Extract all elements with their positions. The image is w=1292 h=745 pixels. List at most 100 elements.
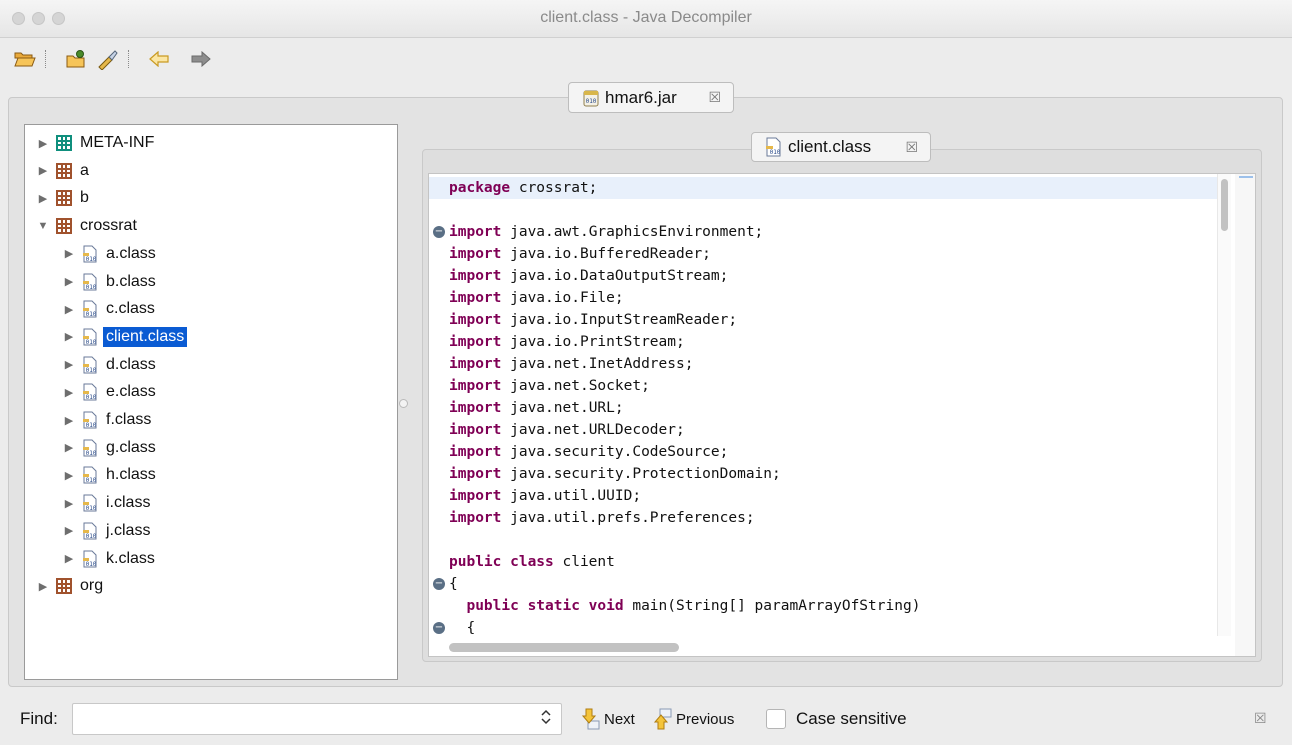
vertical-scroll-thumb[interactable] xyxy=(1221,179,1228,231)
tree-item-label: client.class xyxy=(103,326,188,347)
collapsed-arrow-icon[interactable]: ▶ xyxy=(63,303,75,316)
open-folder-icon xyxy=(14,52,36,67)
code-line: import java.io.File; xyxy=(449,287,1217,309)
code-text: java.security.ProtectionDomain; xyxy=(501,466,781,482)
tree-item[interactable]: ▶ 010 client.class xyxy=(25,324,397,350)
tree-item[interactable]: ▶ 010 b.class xyxy=(25,269,397,295)
tree-item-label: f.class xyxy=(106,411,152,428)
forward-button[interactable] xyxy=(190,48,212,70)
tab-label: client.class xyxy=(788,137,872,156)
collapsed-arrow-icon[interactable]: ▶ xyxy=(63,441,75,454)
svg-text:010: 010 xyxy=(86,339,97,346)
tree-item[interactable]: ▶ 010 a.class xyxy=(25,241,397,267)
svg-text:010: 010 xyxy=(86,256,97,263)
close-tab-icon[interactable]: ☒ xyxy=(905,139,918,156)
tree-item-label: h.class xyxy=(106,466,156,484)
collapsed-arrow-icon[interactable]: ▶ xyxy=(37,580,49,593)
open-type-button[interactable] xyxy=(66,48,88,70)
keyword: public class xyxy=(449,554,554,570)
class-file-icon: 010 xyxy=(81,411,99,429)
ruler-marker[interactable] xyxy=(1239,176,1253,178)
tree-item[interactable]: ▼ crossrat xyxy=(25,213,397,239)
back-button[interactable] xyxy=(148,48,170,70)
up-arrow-icon xyxy=(654,708,672,730)
tree-item[interactable]: ▶ 010 d.class xyxy=(25,352,397,378)
code-text: java.io.PrintStream; xyxy=(501,334,685,350)
tree-item[interactable]: ▶ 010 f.class xyxy=(25,407,397,433)
code-text: java.util.UUID; xyxy=(501,488,642,504)
tree-item[interactable]: ▶ b xyxy=(25,185,397,211)
code-text: crossrat; xyxy=(510,180,598,196)
class-file-icon: 010 xyxy=(81,466,99,484)
package-icon xyxy=(55,162,73,180)
collapsed-arrow-icon[interactable]: ▶ xyxy=(37,192,49,205)
tree-item-label: META-INF xyxy=(80,134,155,151)
collapsed-arrow-icon[interactable]: ▶ xyxy=(63,330,75,343)
tree-item[interactable]: ▶ 010 e.class xyxy=(25,379,397,405)
expanded-arrow-icon[interactable]: ▼ xyxy=(37,220,49,232)
fold-collapse-icon[interactable]: − xyxy=(433,226,445,238)
tree-item[interactable]: ▶ 010 h.class xyxy=(25,462,397,488)
tree-item[interactable]: ▶ 010 j.class xyxy=(25,518,397,544)
collapsed-arrow-icon[interactable]: ▶ xyxy=(63,552,75,565)
tree-item-label: g.class xyxy=(106,438,156,456)
find-next-button[interactable]: Next xyxy=(582,707,635,731)
search-button[interactable] xyxy=(96,48,118,70)
code-text: java.io.InputStreamReader; xyxy=(501,312,738,328)
tree-item[interactable]: ▶ a xyxy=(25,158,397,184)
collapsed-arrow-icon[interactable]: ▶ xyxy=(63,524,75,537)
collapsed-arrow-icon[interactable]: ▶ xyxy=(63,414,75,427)
tab-hmar6-jar[interactable]: 010 hmar6.jar ☒ xyxy=(568,82,734,113)
class-file-icon: 010 xyxy=(81,494,99,512)
svg-text:010: 010 xyxy=(770,149,781,156)
tab-client-class[interactable]: 010 client.class ☒ xyxy=(751,132,931,162)
tree-item[interactable]: ▶ org xyxy=(25,573,397,599)
previous-label: Previous xyxy=(676,710,735,728)
tree-item-label: e.class xyxy=(106,383,156,401)
tree-item-label: b.class xyxy=(106,272,156,290)
open-file-button[interactable] xyxy=(14,48,36,70)
fold-collapse-icon[interactable]: − xyxy=(433,578,445,590)
collapsed-arrow-icon[interactable]: ▶ xyxy=(37,137,49,150)
svg-text:010: 010 xyxy=(86,477,97,484)
code-line: import java.net.URLDecoder; xyxy=(449,419,1217,441)
collapsed-arrow-icon[interactable]: ▶ xyxy=(63,469,75,482)
find-input[interactable] xyxy=(72,703,562,735)
collapsed-arrow-icon[interactable]: ▶ xyxy=(63,358,75,371)
svg-text:010: 010 xyxy=(86,284,97,291)
tree-item[interactable]: ▶ 010 k.class xyxy=(25,546,397,572)
collapsed-arrow-icon[interactable]: ▶ xyxy=(63,497,75,510)
title-bar: client.class - Java Decompiler xyxy=(0,0,1292,38)
code-text: { xyxy=(449,576,458,592)
collapsed-arrow-icon[interactable]: ▶ xyxy=(63,275,75,288)
code-line: import java.security.ProtectionDomain; xyxy=(449,463,1217,485)
tree-item-label: a xyxy=(80,161,89,179)
svg-text:010: 010 xyxy=(86,450,97,457)
find-previous-button[interactable]: Previous xyxy=(654,707,734,731)
fold-collapse-icon[interactable]: − xyxy=(433,622,445,634)
collapsed-arrow-icon[interactable]: ▶ xyxy=(63,247,75,260)
tree-item[interactable]: ▶ 010 i.class xyxy=(25,490,397,516)
class-file-icon: 010 xyxy=(81,439,99,457)
tree-item[interactable]: ▶ 010 c.class xyxy=(25,296,397,322)
case-sensitive-checkbox[interactable] xyxy=(766,709,786,729)
tree-item[interactable]: ▶ 010 g.class xyxy=(25,435,397,461)
horizontal-scroll-thumb[interactable] xyxy=(449,643,679,652)
close-find-bar-icon[interactable]: ☒ xyxy=(1254,710,1267,727)
vertical-scrollbar[interactable] xyxy=(1217,174,1231,636)
splitter-handle[interactable] xyxy=(399,399,408,408)
package-tree: ▶ META-INF ▶ a ▶ b ▼ crossrat ▶ 010 a.class ▶ 010 b.c… xyxy=(24,124,398,680)
code-text: java.io.BufferedReader; xyxy=(501,246,711,262)
find-history-stepper[interactable] xyxy=(536,708,556,730)
case-sensitive-label[interactable]: Case sensitive xyxy=(796,709,907,729)
tree-item-label: b xyxy=(80,189,89,207)
close-tab-icon[interactable]: ☒ xyxy=(708,89,721,106)
collapsed-arrow-icon[interactable]: ▶ xyxy=(63,386,75,399)
code-line: public static void main(String[] paramAr… xyxy=(449,595,1217,617)
tree-item[interactable]: ▶ META-INF xyxy=(25,130,397,156)
keyword: import xyxy=(449,488,502,504)
svg-text:010: 010 xyxy=(586,98,597,105)
code-view[interactable]: package crossrat; import java.awt.Graphic… xyxy=(428,173,1256,657)
collapsed-arrow-icon[interactable]: ▶ xyxy=(37,164,49,177)
